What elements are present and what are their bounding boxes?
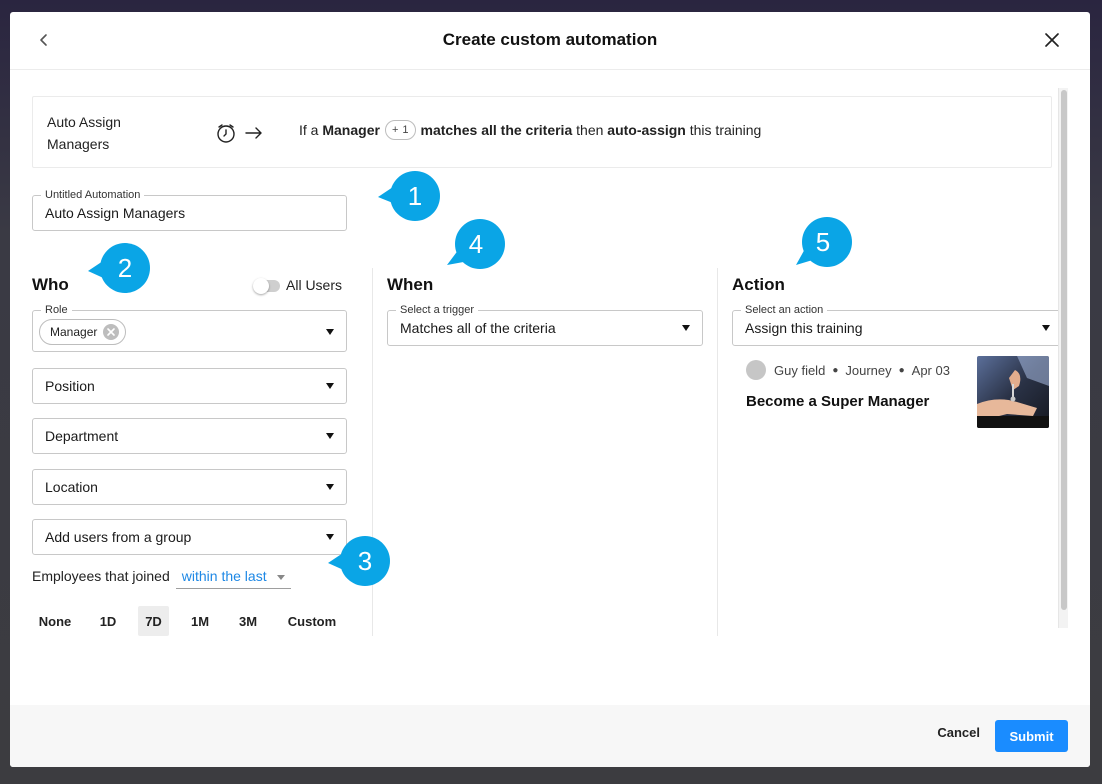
role-label: Role <box>41 304 72 316</box>
position-select[interactable]: Position <box>32 368 347 404</box>
all-users-label: All Users <box>286 277 343 293</box>
group-select[interactable]: Add users from a group <box>32 519 347 555</box>
modal-title: Create custom automation <box>442 30 658 49</box>
caret-down-icon <box>326 433 334 439</box>
automation-name-field[interactable]: Untitled Automation Auto Assign Managers <box>32 189 347 231</box>
caret-down-icon <box>1042 325 1050 331</box>
caret-down-icon <box>326 484 334 490</box>
training-type: Journey <box>845 362 892 378</box>
close-button[interactable] <box>1042 30 1062 50</box>
arrow-right-icon <box>245 127 262 139</box>
callout-1: 1 <box>378 171 440 221</box>
summary-then: then <box>576 122 604 138</box>
trigger-select[interactable]: Select a trigger Matches all of the crit… <box>387 304 703 346</box>
location-select[interactable]: Location <box>32 469 347 505</box>
callout-number: 2 <box>117 253 133 283</box>
automation-summary: Auto Assign Managers If a Manager + 1 ma… <box>32 96 1052 168</box>
all-users-toggle[interactable] <box>253 278 280 294</box>
modal-content: Auto Assign Managers If a Manager + 1 ma… <box>32 88 1068 636</box>
caret-down-icon <box>326 329 334 335</box>
trigger-label: Select a trigger <box>396 304 478 316</box>
training-date: Apr 03 <box>911 362 950 378</box>
summary-sentence: If a Manager + 1 matches all the criteri… <box>299 120 761 140</box>
modal-footer: Cancel Submit <box>10 705 1090 767</box>
when-title: When <box>387 275 434 294</box>
column-divider <box>717 268 718 636</box>
caret-down-icon <box>682 325 690 331</box>
training-card[interactable]: Guy field ● Journey ● Apr 03 Become a Su… <box>736 356 1056 436</box>
automation-modal: Create custom automation Auto Assign Man… <box>10 12 1090 767</box>
training-title: Become a Super Manager <box>746 393 930 410</box>
modal-header: Create custom automation <box>10 12 1090 70</box>
role-chip: Manager <box>39 319 127 345</box>
callout-4: 4 <box>447 219 505 269</box>
avatar <box>746 360 766 380</box>
range-tab-custom[interactable]: Custom <box>265 606 359 636</box>
remove-chip-button[interactable] <box>103 324 120 340</box>
range-tab-1m[interactable]: 1M <box>169 606 231 636</box>
range-tab-7d[interactable]: 7D <box>138 606 169 636</box>
joined-filter: Employees that joined within the last <box>32 561 291 591</box>
range-tab-1d[interactable]: 1D <box>78 606 138 636</box>
summary-role: Manager <box>322 122 380 138</box>
role-chip-label: Manager <box>50 325 98 339</box>
training-thumbnail <box>977 356 1049 428</box>
summary-icons <box>215 121 263 145</box>
automation-name-label: Untitled Automation <box>41 189 145 201</box>
action-label: Select an action <box>741 304 828 316</box>
department-placeholder: Department <box>45 428 119 444</box>
callout-2: 2 <box>88 243 150 293</box>
position-placeholder: Position <box>45 378 95 394</box>
action-select[interactable]: Select an action Assign this training <box>732 304 1063 346</box>
more-roles-pill[interactable]: + 1 <box>384 120 416 140</box>
callout-number: 3 <box>357 546 373 576</box>
automation-name-value: Auto Assign Managers <box>45 205 186 221</box>
summary-prefix: If a <box>299 122 319 138</box>
training-author: Guy field <box>774 362 826 378</box>
close-icon <box>1045 33 1059 47</box>
content-scrollbar[interactable] <box>1058 88 1068 628</box>
callout-3: 3 <box>328 536 390 586</box>
date-range-tabs: None 1D 7D 1M 3M Custom <box>32 606 359 636</box>
callout-number: 4 <box>468 229 484 259</box>
cancel-button[interactable]: Cancel <box>937 725 980 740</box>
role-select[interactable]: Role Manager <box>32 304 347 352</box>
caret-down-icon <box>326 383 334 389</box>
submit-button[interactable]: Submit <box>995 720 1068 752</box>
location-placeholder: Location <box>45 479 98 495</box>
range-tab-3m[interactable]: 3M <box>231 606 265 636</box>
range-tab-none[interactable]: None <box>32 606 78 636</box>
action-value: Assign this training <box>745 320 863 336</box>
summary-criteria: matches all the criteria <box>420 122 573 138</box>
callout-number: 1 <box>407 181 423 211</box>
dot-separator-icon: ● <box>898 364 905 376</box>
joined-period-select[interactable]: within the last <box>175 564 291 589</box>
training-meta: Guy field ● Journey ● Apr 03 <box>746 360 950 380</box>
trigger-value: Matches all of the criteria <box>400 320 556 336</box>
summary-name: Auto Assign Managers <box>47 114 121 152</box>
action-title: Action <box>732 275 785 294</box>
handshake-keys-image <box>977 356 1049 428</box>
plus-icon: + <box>391 124 399 136</box>
alarm-clock-icon <box>217 124 235 143</box>
close-icon <box>107 328 116 336</box>
summary-suffix: this training <box>689 122 762 138</box>
dot-separator-icon: ● <box>832 364 839 376</box>
joined-label: Employees that joined <box>32 568 170 584</box>
who-title: Who <box>32 275 69 294</box>
group-placeholder: Add users from a group <box>45 529 192 545</box>
summary-action: auto-assign <box>607 122 686 138</box>
more-roles-count: 1 <box>402 124 409 136</box>
scrollbar-thumb[interactable] <box>1061 90 1067 610</box>
callout-number: 5 <box>815 227 831 257</box>
callout-5: 5 <box>796 217 852 267</box>
department-select[interactable]: Department <box>32 418 347 454</box>
